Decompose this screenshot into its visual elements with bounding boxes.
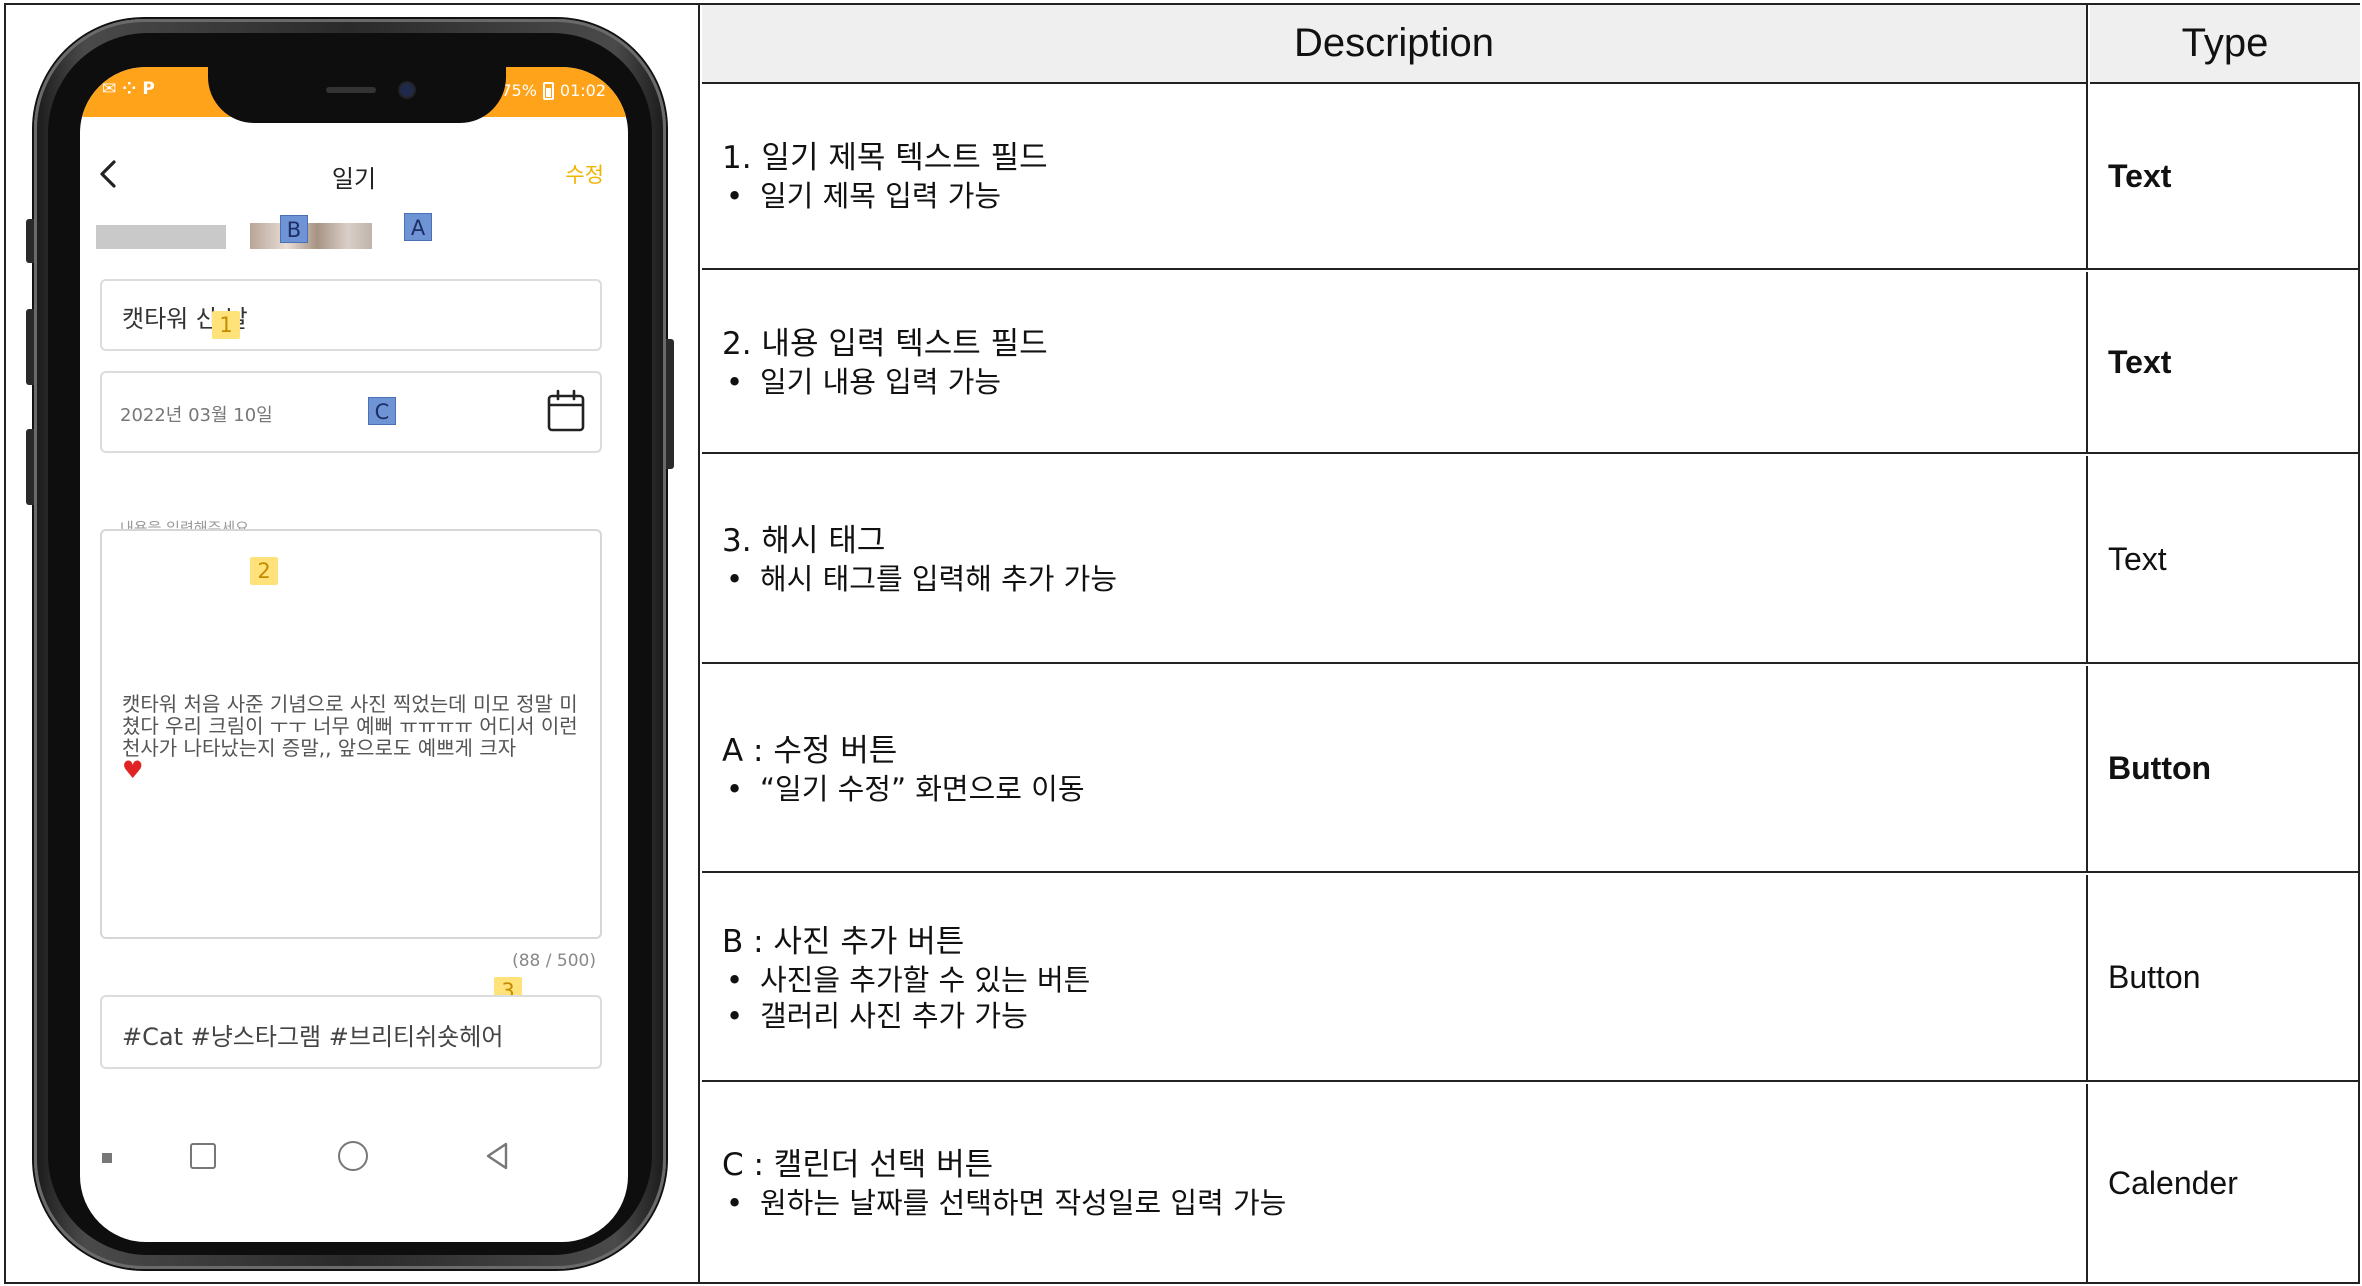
edit-button[interactable]: 수정	[565, 159, 604, 189]
nav-recent-icon[interactable]	[190, 1143, 216, 1169]
row-bullet: 갤러리 사진 추가 가능	[722, 998, 1090, 1034]
heart-emoji: ♥	[122, 756, 144, 784]
type-cell: Button	[2108, 959, 2201, 995]
phone-power-button	[666, 339, 674, 469]
status-time: 01:02	[559, 81, 606, 100]
description-cell: 2. 내용 입력 텍스트 필드 일기 내용 입력 가능	[702, 272, 2088, 452]
app-bar: 일기 수정	[80, 153, 628, 203]
nav-home-icon[interactable]	[338, 1141, 368, 1171]
row-bullet: 일기 내용 입력 가능	[722, 364, 1048, 400]
table-row: 1. 일기 제목 텍스트 필드 일기 제목 입력 가능 Text	[702, 84, 2360, 270]
row-bullet: 원하는 날짜를 선택하면 작성일로 입력 가능	[722, 1185, 1286, 1221]
phone-panel: ✉ ⁘ P 75% 01:02 일기 수정 B A 캣타워 산 날 1 2022…	[6, 5, 700, 1282]
description-cell: A : 수정 버튼 “일기 수정” 화면으로 이동	[702, 666, 2088, 871]
type-cell: Text	[2108, 157, 2172, 194]
row-title: B : 사진 추가 버튼	[722, 923, 965, 960]
header-description: Description	[702, 5, 2088, 84]
row-title: 2. 내용 입력 텍스트 필드	[722, 326, 1048, 362]
table-row: 3. 해시 태그 해시 태그를 입력해 추가 가능 Text	[702, 456, 2360, 664]
diary-title-field[interactable]: 캣타워 산 날 1	[100, 279, 602, 351]
date-field[interactable]: 2022년 03월 10일 C	[100, 371, 602, 453]
description-cell: B : 사진 추가 버튼 사진을 추가할 수 있는 버튼 갤러리 사진 추가 가…	[702, 875, 2088, 1080]
page-title: 일기	[331, 165, 377, 193]
phone-side-button	[26, 219, 34, 263]
badge-a: A	[404, 213, 432, 241]
badge-c: C	[368, 397, 396, 425]
badge-b: B	[280, 215, 308, 243]
camera-notch	[208, 67, 506, 123]
table-row: B : 사진 추가 버튼 사진을 추가할 수 있는 버튼 갤러리 사진 추가 가…	[702, 875, 2360, 1082]
row-bullet: 사진을 추가할 수 있는 버튼	[722, 962, 1090, 998]
row-bullet: 해시 태그를 입력해 추가 가능	[722, 561, 1117, 597]
row-bullet: “일기 수정” 화면으로 이동	[722, 771, 1085, 807]
content-value: 캣타워 처음 사준 기념으로 사진 찍었는데 미모 정말 미쳤다 우리 크림이 …	[122, 693, 582, 782]
photo-thumbnail[interactable]	[250, 223, 372, 249]
row-title: C : 캘린더 선택 버튼	[722, 1147, 994, 1183]
table-row: A : 수정 버튼 “일기 수정” 화면으로 이동 Button	[702, 666, 2360, 873]
header-type: Type	[2090, 5, 2360, 84]
status-icons: ✉ ⁘ P	[102, 79, 155, 99]
description-cell: 3. 해시 태그 해시 태그를 입력해 추가 가능	[702, 456, 2088, 662]
content-text: 캣타워 처음 사준 기념으로 사진 찍었는데 미모 정말 미쳤다 우리 크림이 …	[122, 692, 578, 760]
nav-back-icon[interactable]	[484, 1141, 510, 1171]
description-cell: C : 캘린더 선택 버튼 원하는 날짜를 선택하면 작성일로 입력 가능	[702, 1084, 2088, 1282]
camera-icon	[400, 83, 414, 97]
row-title: A : 수정 버튼	[722, 732, 898, 769]
photo-placeholder[interactable]	[96, 225, 226, 249]
spec-table: Description Type 1. 일기 제목 텍스트 필드 일기 제목 입…	[702, 5, 2360, 1282]
phone-screen: ✉ ⁘ P 75% 01:02 일기 수정 B A 캣타워 산 날 1 2022…	[80, 67, 628, 1242]
table-row: 2. 내용 입력 텍스트 필드 일기 내용 입력 가능 Text	[702, 272, 2360, 454]
type-cell: Text	[2108, 343, 2172, 380]
phone-volume-down	[26, 429, 34, 505]
phone-mockup: ✉ ⁘ P 75% 01:02 일기 수정 B A 캣타워 산 날 1 2022…	[26, 19, 674, 1269]
nav-dot-icon	[102, 1153, 112, 1163]
status-right: 75% 01:02	[501, 81, 606, 100]
document-frame: ✉ ⁘ P 75% 01:02 일기 수정 B A 캣타워 산 날 1 2022…	[4, 3, 2360, 1284]
table-row: C : 캘린더 선택 버튼 원하는 날짜를 선택하면 작성일로 입력 가능 Ca…	[702, 1084, 2360, 1282]
calendar-icon[interactable]	[546, 389, 586, 433]
type-cell: Calender	[2108, 1164, 2238, 1201]
hashtag-value: #Cat #냥스타그램 #브리티쉬숏헤어	[122, 1023, 504, 1051]
type-cell: Button	[2108, 750, 2212, 786]
description-cell: 1. 일기 제목 텍스트 필드 일기 제목 입력 가능	[702, 84, 2088, 268]
speaker-icon	[326, 87, 376, 93]
row-bullet: 일기 제목 입력 가능	[722, 178, 1048, 214]
row-title: 3. 해시 태그	[722, 523, 886, 559]
battery-icon	[542, 81, 554, 100]
system-nav-bar	[80, 1129, 628, 1185]
content-field[interactable]: 2 캣타워 처음 사준 기념으로 사진 찍었는데 미모 정말 미쳤다 우리 크림…	[100, 529, 602, 939]
hashtag-field[interactable]: #Cat #냥스타그램 #브리티쉬숏헤어	[100, 995, 602, 1069]
badge-2: 2	[250, 557, 278, 585]
phone-volume-up	[26, 309, 34, 385]
type-cell: Text	[2108, 540, 2167, 577]
char-counter: (88 / 500)	[512, 951, 596, 971]
date-value: 2022년 03월 10일	[120, 405, 273, 426]
battery-percent: 75%	[501, 81, 537, 100]
row-title: 1. 일기 제목 텍스트 필드	[722, 140, 1048, 176]
badge-1: 1	[212, 311, 240, 339]
